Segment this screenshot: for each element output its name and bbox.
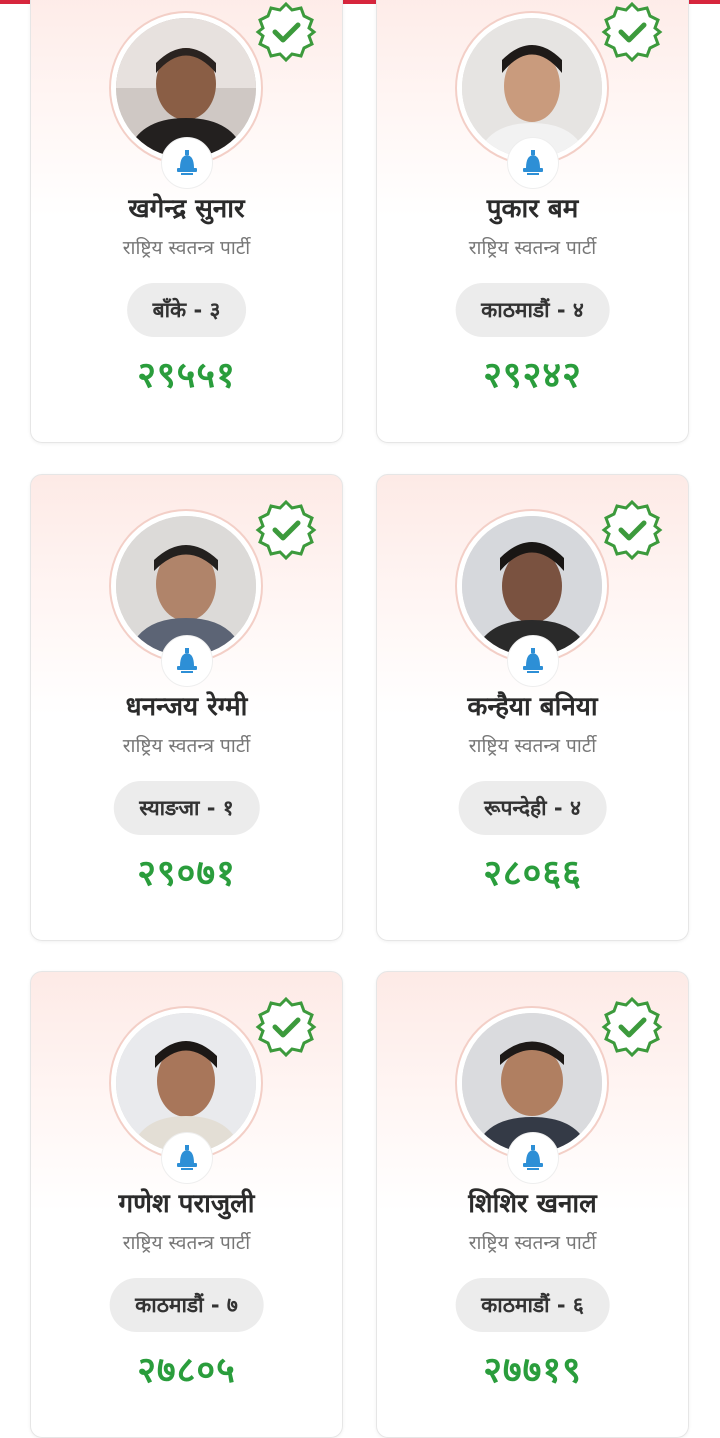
bell-icon <box>161 635 213 687</box>
verified-badge-icon <box>601 499 663 561</box>
party-name: राष्ट्रिय स्वतन्त्र पार्टी <box>468 237 597 259</box>
bell-icon <box>161 137 213 189</box>
candidate-card[interactable]: शिशिर खनाल राष्ट्रिय स्वतन्त्र पार्टी का… <box>376 971 689 1438</box>
candidate-name: शिशिर खनाल <box>468 1189 597 1219</box>
party-name: राष्ट्रिय स्वतन्त्र पार्टी <box>122 237 251 259</box>
constituency-pill: काठमाडौं - ४ <box>455 283 610 337</box>
constituency-pill: रूपन्देही - ४ <box>458 781 607 835</box>
vote-count: २९५५१ <box>137 355 236 396</box>
party-name: राष्ट्रिय स्वतन्त्र पार्टी <box>468 735 597 757</box>
vote-count: २९२४२ <box>483 355 582 396</box>
candidate-card[interactable]: पुकार बम राष्ट्रिय स्वतन्त्र पार्टी काठम… <box>376 0 689 443</box>
candidate-card[interactable]: खगेन्द्र सुनार राष्ट्रिय स्वतन्त्र पार्ट… <box>30 0 343 443</box>
candidate-name: खगेन्द्र सुनार <box>128 194 245 224</box>
party-name: राष्ट्रिय स्वतन्त्र पार्टी <box>122 735 251 757</box>
candidate-name: पुकार बम <box>486 194 579 224</box>
bell-icon <box>507 137 559 189</box>
verified-badge-icon <box>601 1 663 63</box>
constituency-pill: काठमाडौं - ६ <box>455 1278 610 1332</box>
bell-icon <box>161 1132 213 1184</box>
verified-badge-icon <box>255 499 317 561</box>
vote-count: २७७१९ <box>483 1350 582 1391</box>
verified-badge-icon <box>255 996 317 1058</box>
candidate-card[interactable]: गणेश पराजुली राष्ट्रिय स्वतन्त्र पार्टी … <box>30 971 343 1438</box>
constituency-pill: स्याङजा - १ <box>113 781 260 835</box>
constituency-pill: काठमाडौं - ७ <box>109 1278 264 1332</box>
vote-count: २७८०५ <box>137 1350 236 1391</box>
party-name: राष्ट्रिय स्वतन्त्र पार्टी <box>468 1232 597 1254</box>
party-name: राष्ट्रिय स्वतन्त्र पार्टी <box>122 1232 251 1254</box>
candidate-name: कन्हैया बनिया <box>467 692 598 722</box>
candidate-card[interactable]: कन्हैया बनिया राष्ट्रिय स्वतन्त्र पार्टी… <box>376 474 689 941</box>
candidate-name: गणेश पराजुली <box>118 1189 255 1219</box>
bell-icon <box>507 1132 559 1184</box>
vote-count: २९०७१ <box>137 853 236 894</box>
verified-badge-icon <box>601 996 663 1058</box>
candidate-card[interactable]: धनन्जय रेग्मी राष्ट्रिय स्वतन्त्र पार्टी… <box>30 474 343 941</box>
verified-badge-icon <box>255 1 317 63</box>
bell-icon <box>507 635 559 687</box>
constituency-pill: बाँके - ३ <box>126 283 247 337</box>
vote-count: २८०६६ <box>483 853 582 894</box>
candidate-name: धनन्जय रेग्मी <box>125 692 248 722</box>
